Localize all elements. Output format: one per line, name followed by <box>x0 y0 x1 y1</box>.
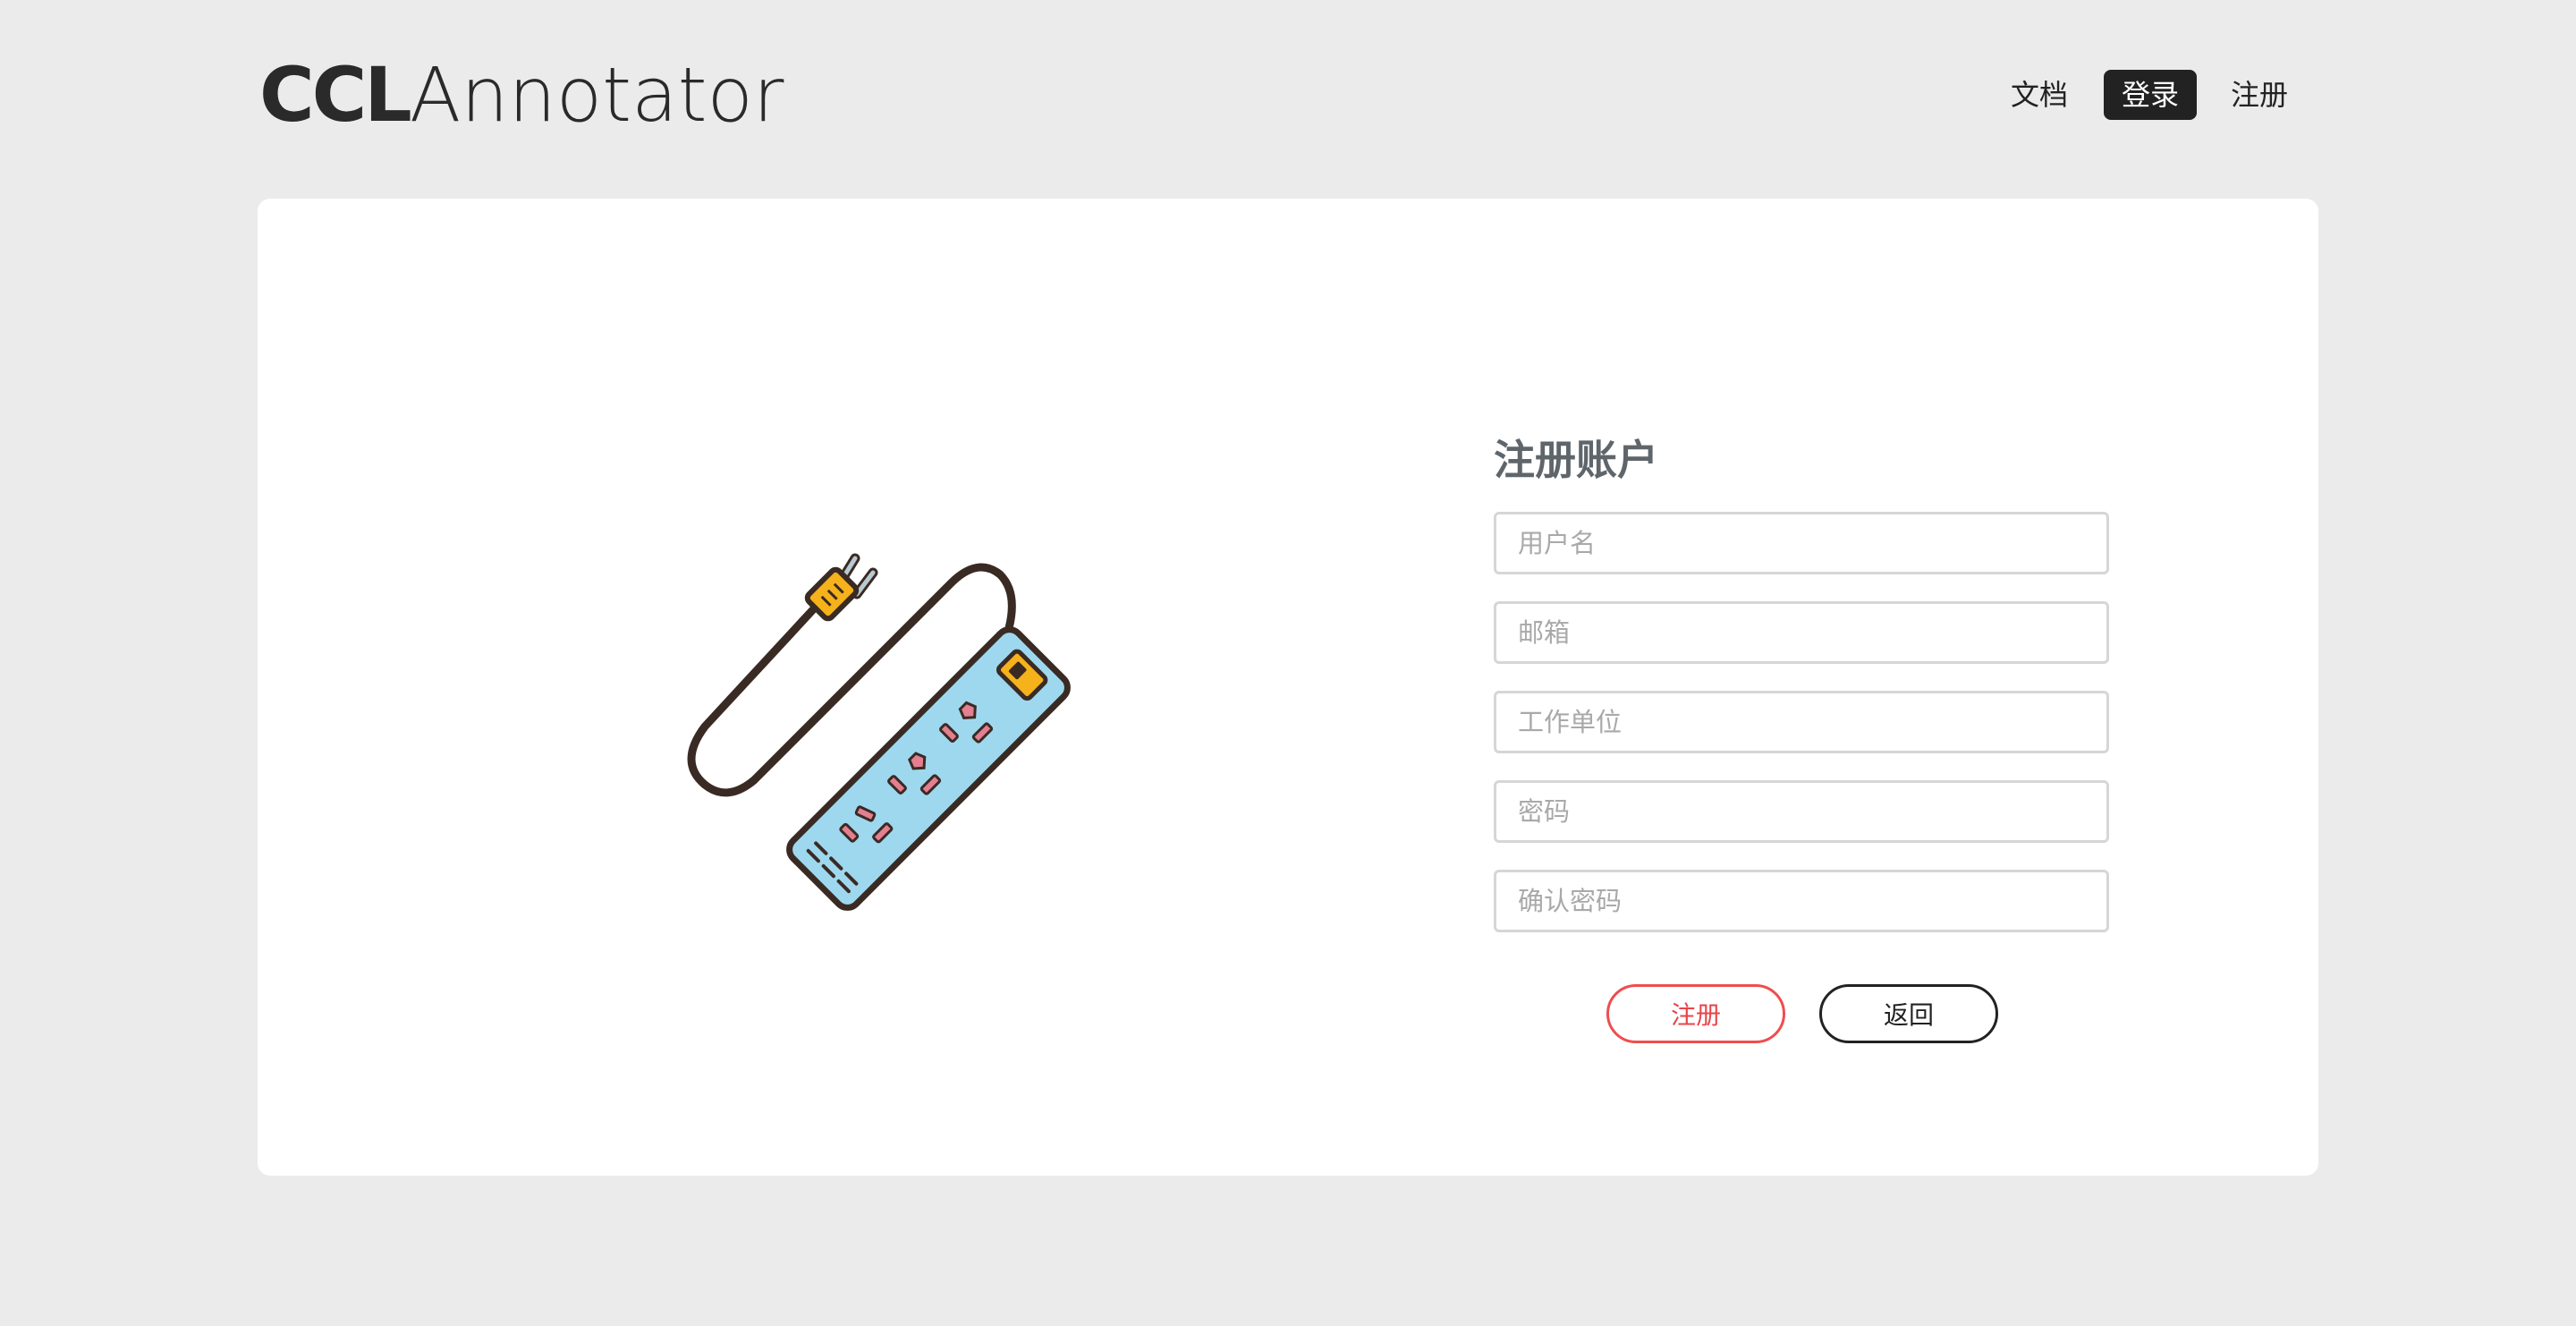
confirm-password-input[interactable] <box>1494 870 2109 932</box>
power-strip-icon <box>687 553 1071 911</box>
back-button[interactable]: 返回 <box>1819 984 1998 1043</box>
app-logo[interactable]: CCLAnnotator <box>259 50 784 140</box>
register-card: 注册账户 注册 返回 <box>258 199 2318 1176</box>
logo-light-text: Annotator <box>409 51 784 139</box>
email-input[interactable] <box>1494 601 2109 664</box>
nav-docs-link[interactable]: 文档 <box>2004 70 2075 120</box>
nav-login-link[interactable]: 登录 <box>2104 70 2197 120</box>
nav-register-link[interactable]: 注册 <box>2224 70 2295 120</box>
form-title: 注册账户 <box>1494 436 1658 484</box>
password-input[interactable] <box>1494 780 2109 843</box>
logo-bold-text: CCL <box>259 51 412 139</box>
register-button[interactable]: 注册 <box>1606 984 1785 1043</box>
username-input[interactable] <box>1494 512 2109 574</box>
organization-input[interactable] <box>1494 691 2109 753</box>
